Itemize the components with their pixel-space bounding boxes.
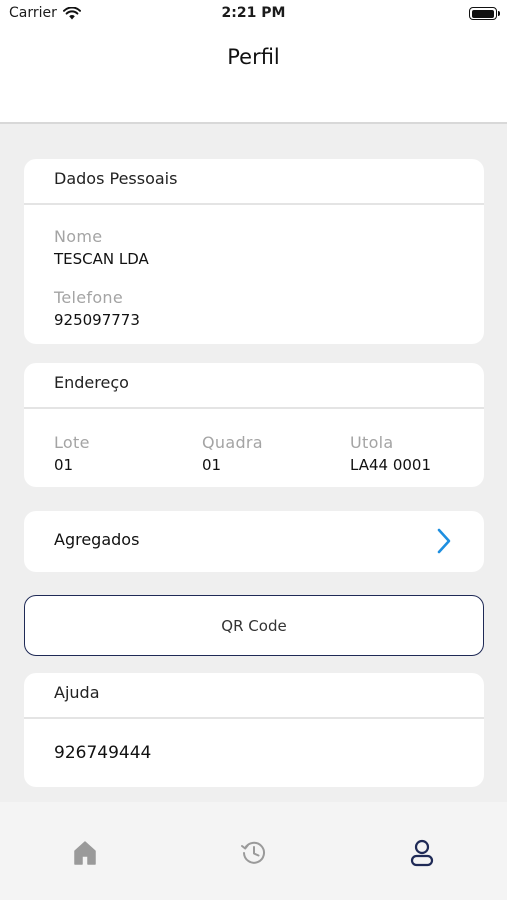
home-icon <box>74 841 96 865</box>
status-time: 2:21 PM <box>221 5 286 21</box>
tab-bar <box>0 802 507 900</box>
name-field: Nome TESCAN LDA <box>54 227 149 268</box>
tab-history[interactable] <box>237 836 271 870</box>
personal-data-title: Dados Pessoais <box>24 159 484 205</box>
tab-home[interactable] <box>68 836 102 870</box>
address-card: Endereço Lote 01 Quadra 01 Utola LA44 00… <box>24 363 484 487</box>
battery-icon <box>469 7 500 20</box>
help-phone[interactable]: 926749444 <box>54 743 151 763</box>
chevron-right-icon <box>437 528 451 554</box>
quadra-label: Quadra <box>202 433 263 452</box>
lote-label: Lote <box>54 433 90 452</box>
utola-field: Utola LA44 0001 <box>350 433 431 474</box>
agregados-row[interactable]: Agregados <box>24 511 484 572</box>
utola-value: LA44 0001 <box>350 456 431 474</box>
phone-value: 925097773 <box>54 311 140 329</box>
header: Perfil <box>0 28 507 124</box>
name-value: TESCAN LDA <box>54 250 149 268</box>
lote-value: 01 <box>54 456 74 474</box>
lote-field: Lote 01 <box>54 433 90 474</box>
tab-profile[interactable] <box>405 836 439 870</box>
status-bar: Carrier 2:21 PM <box>0 0 507 28</box>
quadra-field: Quadra 01 <box>202 433 263 474</box>
qr-code-button[interactable]: QR Code <box>24 595 484 656</box>
personal-data-card: Dados Pessoais Nome TESCAN LDA Telefone … <box>24 159 484 344</box>
address-title: Endereço <box>24 363 484 409</box>
agregados-label: Agregados <box>54 530 140 549</box>
history-icon <box>241 841 265 864</box>
quadra-value: 01 <box>202 456 222 474</box>
profile-icon <box>410 839 434 867</box>
help-title: Ajuda <box>24 673 484 719</box>
page-title: Perfil <box>227 45 280 69</box>
phone-label: Telefone <box>54 288 123 307</box>
phone-field: Telefone 925097773 <box>54 288 140 329</box>
name-label: Nome <box>54 227 103 246</box>
utola-label: Utola <box>350 433 394 452</box>
help-card: Ajuda 926749444 <box>24 673 484 787</box>
